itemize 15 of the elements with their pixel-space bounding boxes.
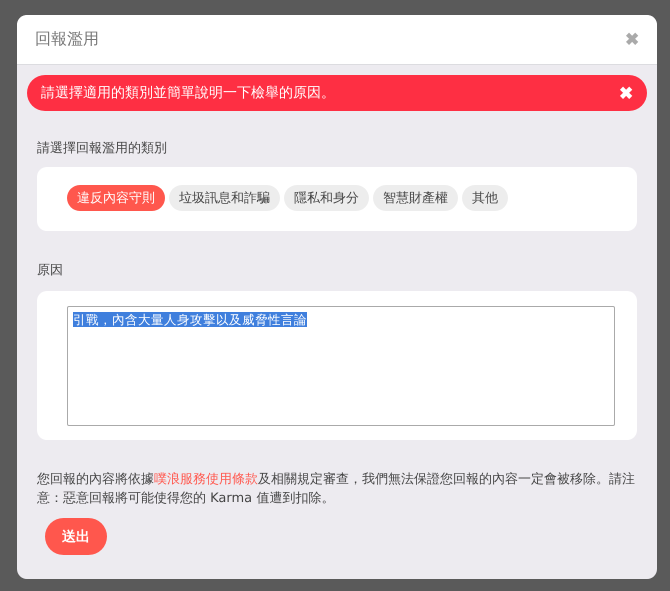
- category-chip[interactable]: 智慧財產權: [373, 185, 458, 211]
- category-chip[interactable]: 其他: [462, 185, 508, 211]
- reason-field[interactable]: 引戰，內含大量人身攻擊以及威脅性言論: [67, 306, 615, 426]
- category-chip[interactable]: 隱私和身分: [284, 185, 369, 211]
- terms-link[interactable]: 噗浪服務使用條款: [154, 472, 258, 487]
- submit-button[interactable]: 送出: [45, 518, 107, 555]
- category-chip[interactable]: 垃圾訊息和詐騙: [169, 185, 280, 211]
- category-chip[interactable]: 違反內容守則: [67, 185, 165, 211]
- alert-message: 請選擇適用的類別並簡單說明一下檢舉的原因。: [41, 84, 335, 102]
- dialog-title: 回報濫用: [35, 29, 99, 50]
- close-button[interactable]: ✖: [619, 82, 633, 104]
- section-label: 請選擇回報濫用的類別: [37, 140, 168, 157]
- notice-text: 您回報的內容將依據噗浪服務使用條款及相關規定審查，我們無法保證您回報的內容一定會被移除。請注意：惡意回報將可能使得您的 Karma 值遭到扣除。: [37, 471, 636, 508]
- section-label: 原因: [37, 262, 64, 279]
- close-button[interactable]: ✖: [625, 29, 639, 50]
